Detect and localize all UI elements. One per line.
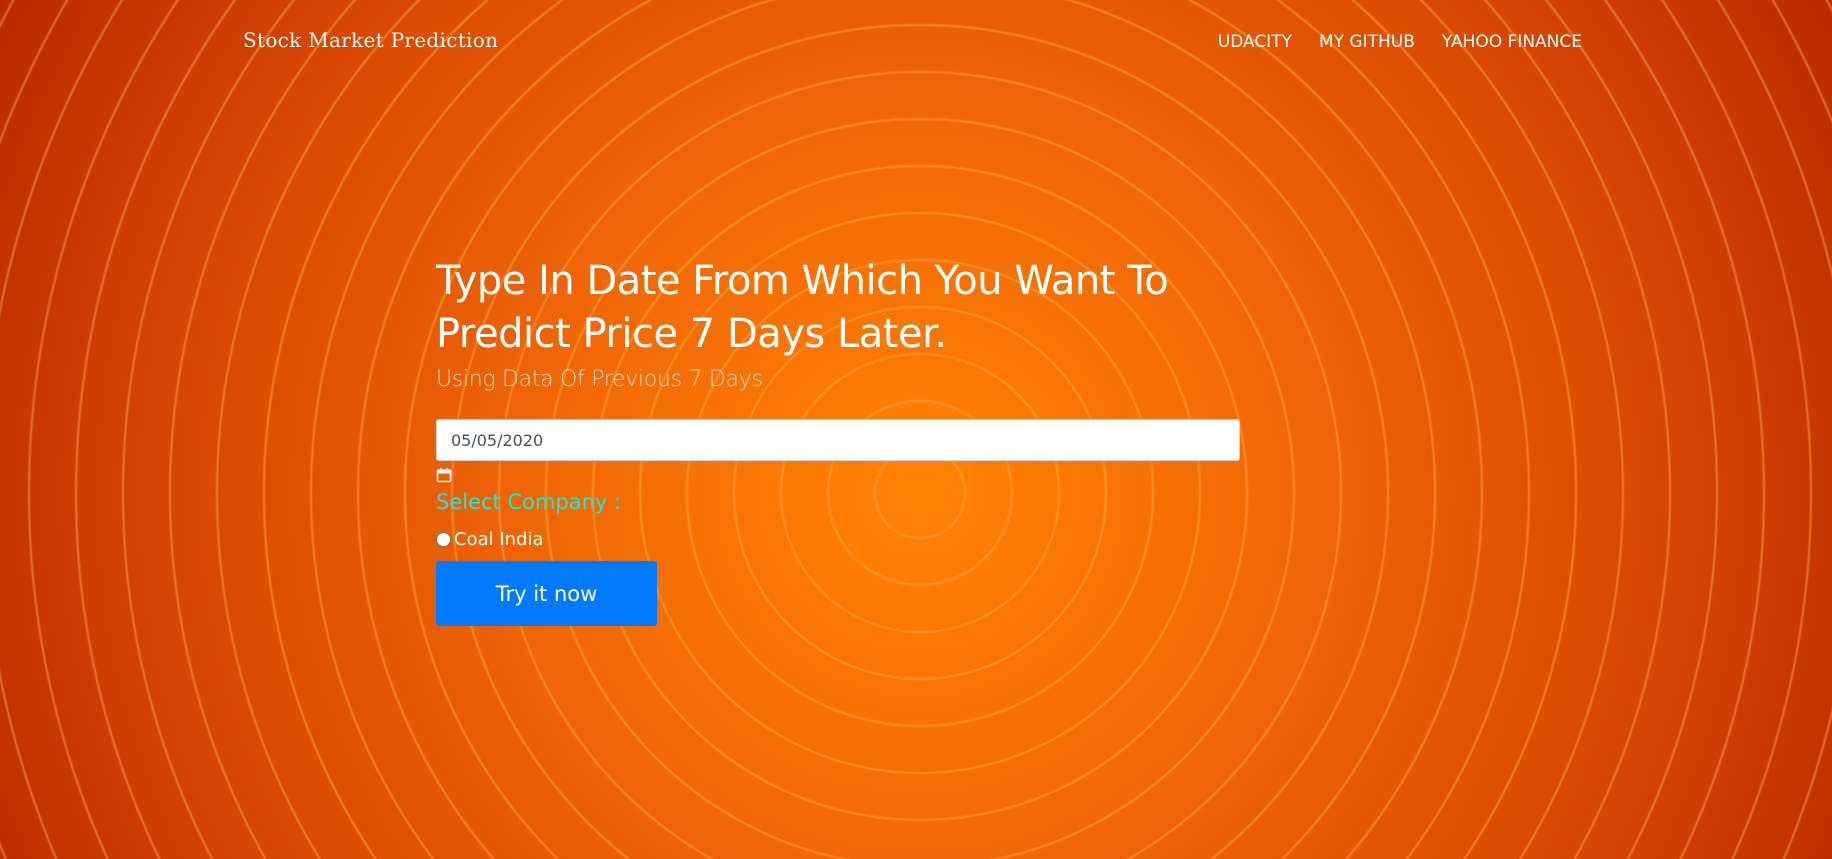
page-subtitle: Using Data Of Previous 7 Days <box>436 367 763 392</box>
date-input[interactable] <box>436 419 1240 461</box>
company-option-coal-india[interactable]: Coal India <box>436 527 1240 551</box>
navbar: Stock Market Prediction UDACITY MY GITHU… <box>0 0 1832 84</box>
calendar-icon[interactable] <box>436 467 452 483</box>
hero-section: Type In Date From Which You Want To Pred… <box>436 255 1240 626</box>
nav-link-yahoo-finance[interactable]: YAHOO FINANCE <box>1442 32 1582 52</box>
nav-link-github[interactable]: MY GITHUB <box>1319 32 1415 52</box>
nav-link-udacity[interactable]: UDACITY <box>1218 32 1292 52</box>
select-company-label: Select Company : <box>436 490 622 514</box>
try-it-now-button[interactable]: Try it now <box>436 561 657 626</box>
brand-link[interactable]: Stock Market Prediction <box>243 28 498 52</box>
page-title: Type In Date From Which You Want To Pred… <box>436 258 1169 357</box>
coal-india-label[interactable]: Coal India <box>454 529 544 550</box>
coal-india-radio[interactable] <box>436 531 451 547</box>
nav-links: UDACITY MY GITHUB YAHOO FINANCE <box>1218 32 1582 52</box>
